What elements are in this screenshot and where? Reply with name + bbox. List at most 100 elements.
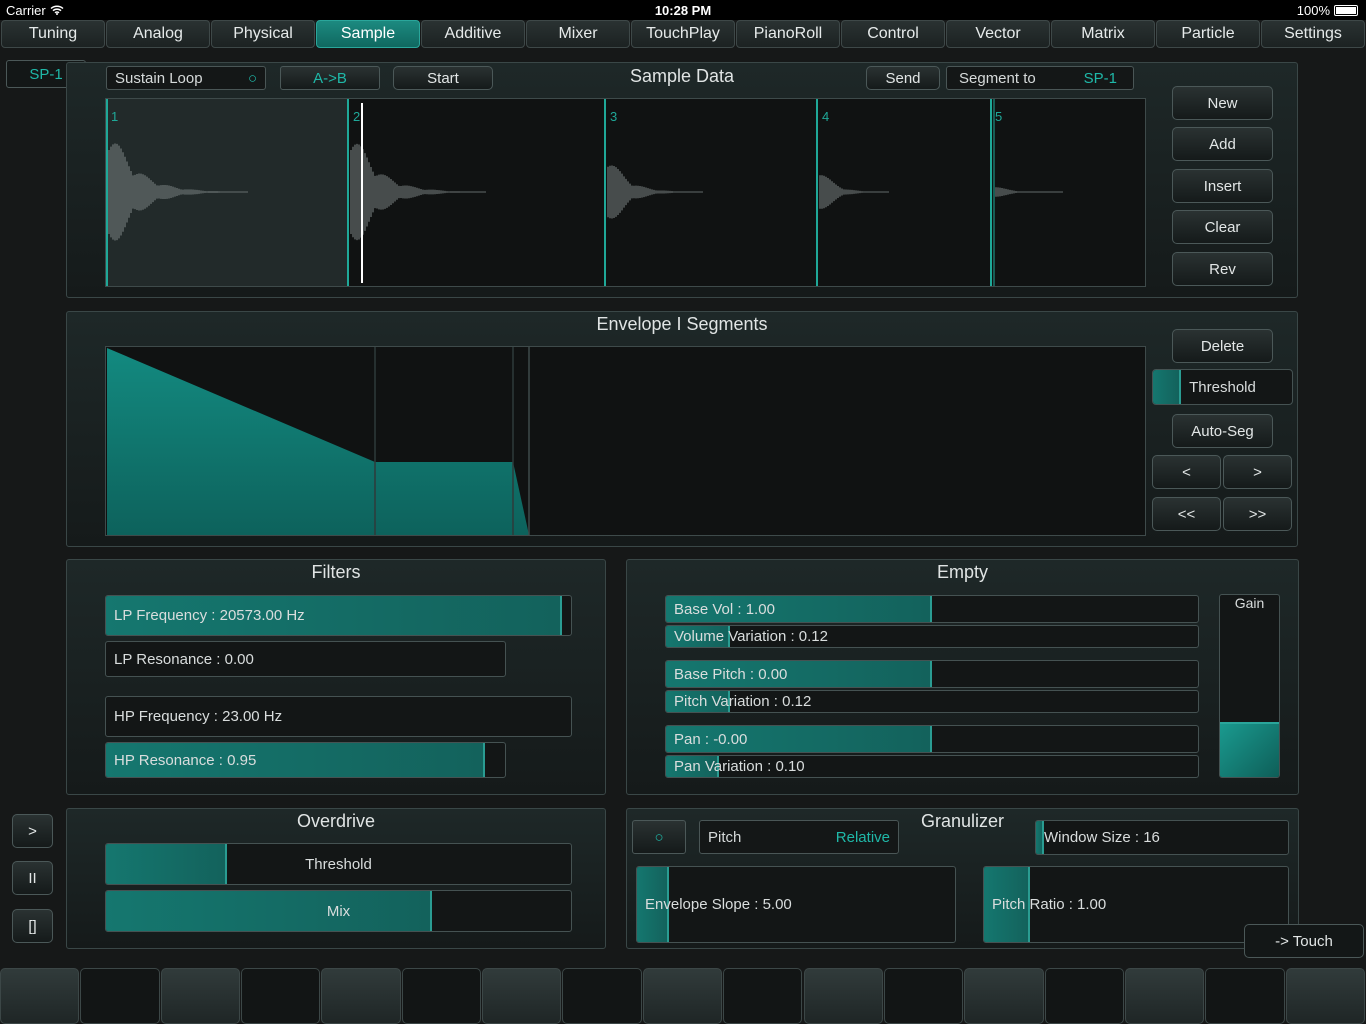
overdrive-threshold-slider[interactable]: Threshold [105,843,572,885]
piano-key[interactable] [964,968,1044,1024]
gain-slider[interactable]: Gain [1219,594,1280,778]
piano-key[interactable] [1124,968,1205,1024]
threshold-slider[interactable]: Threshold [1152,369,1293,405]
prev-segment-button[interactable]: < [1152,455,1221,489]
send-button[interactable]: Send [866,66,940,90]
touch-button[interactable]: -> Touch [1244,924,1364,958]
tab-analog[interactable]: Analog [106,20,210,48]
pan-label: Pan : -0.00 [674,730,748,748]
tab-sample[interactable]: Sample [316,20,420,48]
lp-resonance-slider[interactable]: LP Resonance : 0.00 [105,641,506,677]
lp-resonance-label: LP Resonance : 0.00 [114,650,254,668]
piano-key[interactable] [321,968,401,1024]
segment-target-value: SP-1 [1083,69,1117,87]
clear-button[interactable]: Clear [1172,210,1273,244]
next-segment-button[interactable]: > [1223,455,1292,489]
hp-resonance-label: HP Resonance : 0.95 [114,751,257,769]
piano-key[interactable] [1205,968,1285,1024]
base-vol-slider[interactable]: Base Vol : 1.00 [665,595,1199,623]
envelope-slope-label: Envelope Slope : 5.00 [645,896,792,913]
delete-button[interactable]: Delete [1172,329,1273,363]
piano-key[interactable] [482,968,562,1024]
segment-to-label: Segment to [959,69,1036,87]
gain-fill [1220,722,1279,777]
tab-touchplay[interactable]: TouchPlay [631,20,735,48]
tab-mixer[interactable]: Mixer [526,20,630,48]
new-button[interactable]: New [1172,86,1273,120]
tab-pianoroll[interactable]: PianoRoll [736,20,840,48]
hp-frequency-slider[interactable]: HP Frequency : 23.00 Hz [105,696,572,737]
base-pitch-slider[interactable]: Base Pitch : 0.00 [665,660,1199,688]
threshold-slider-label: Threshold [1189,378,1256,396]
pan-slider[interactable]: Pan : -0.00 [665,725,1199,753]
volume-variation-label: Volume Variation : 0.12 [674,628,828,645]
status-bar: Carrier 10:28 PM 100% [0,0,1366,20]
first-segment-button[interactable]: << [1152,497,1221,531]
segment-number-4: 4 [822,109,830,124]
filters-title: Filters [311,562,361,582]
tab-tuning[interactable]: Tuning [1,20,105,48]
piano-key[interactable] [642,968,723,1024]
tab-control[interactable]: Control [841,20,945,48]
stop-button[interactable]: [] [12,909,53,943]
tab-bar: Tuning Analog Physical Sample Additive Mixer T… [0,20,1366,49]
ab-button[interactable]: A->B [280,66,380,90]
tab-matrix[interactable]: Matrix [1051,20,1155,48]
segment-number-5: 5 [995,109,1003,124]
clock: 10:28 PM [654,3,712,18]
piano-key[interactable] [803,968,883,1024]
segment-to-selector[interactable]: Segment to SP-1 [946,66,1134,90]
pitch-mode-label: Pitch [708,828,742,846]
rev-button[interactable]: Rev [1172,252,1273,286]
empty-title: Empty [936,562,988,582]
add-button[interactable]: Add [1172,127,1273,161]
envelope-title: Envelope I Segments [596,314,768,334]
piano-key[interactable] [160,968,241,1024]
play-button[interactable]: > [12,814,53,848]
piano-key[interactable] [883,968,964,1024]
piano-key[interactable] [723,968,803,1024]
piano-key[interactable] [80,968,160,1024]
envelope-shape [107,348,529,535]
lp-frequency-slider[interactable]: LP Frequency : 20573.00 Hz [105,595,572,636]
piano-key[interactable] [1044,968,1124,1024]
piano-key[interactable] [0,968,80,1024]
piano-key[interactable] [401,968,482,1024]
pause-button[interactable]: II [12,861,53,895]
piano-key[interactable] [241,968,321,1024]
overdrive-mix-label: Mix [326,902,351,920]
insert-button[interactable]: Insert [1172,169,1273,203]
segment-number-3: 3 [610,109,618,124]
base-pitch-label: Base Pitch : 0.00 [674,665,788,683]
granulizer-toggle[interactable]: ○ [632,820,686,854]
pitch-variation-label: Pitch Variation : 0.12 [674,693,812,710]
piano-key[interactable] [1285,968,1365,1024]
overdrive-mix-slider[interactable]: Mix [105,890,572,932]
pitch-variation-slider[interactable]: Pitch Variation : 0.12 [665,690,1199,713]
gain-label: Gain [1234,595,1265,611]
pitch-ratio-label: Pitch Ratio : 1.00 [992,896,1107,913]
tab-vector[interactable]: Vector [946,20,1050,48]
auto-seg-button[interactable]: Auto-Seg [1172,414,1273,448]
overdrive-title: Overdrive [296,811,376,831]
pitch-mode-selector[interactable]: Pitch Relative [699,820,899,854]
segment-number-2: 2 [353,109,361,124]
window-size-label: Window Size : 16 [1044,829,1160,846]
pan-variation-label: Pan Variation : 0.10 [674,758,805,775]
pan-variation-slider[interactable]: Pan Variation : 0.10 [665,755,1199,778]
tab-settings[interactable]: Settings [1261,20,1365,48]
window-size-slider[interactable]: Window Size : 16 [1035,820,1289,855]
hp-resonance-slider[interactable]: HP Resonance : 0.95 [105,742,506,778]
piano-key[interactable] [562,968,642,1024]
envelope-slope-slider[interactable]: Envelope Slope : 5.00 [636,866,956,943]
waveform-display[interactable]: 1 2 3 4 5 [105,98,1146,287]
envelope-display[interactable] [105,346,1146,536]
last-segment-button[interactable]: >> [1223,497,1292,531]
start-button[interactable]: Start [393,66,493,90]
tab-additive[interactable]: Additive [421,20,525,48]
overdrive-threshold-label: Threshold [305,855,372,873]
tab-particle[interactable]: Particle [1156,20,1260,48]
tab-physical[interactable]: Physical [211,20,315,48]
volume-variation-slider[interactable]: Volume Variation : 0.12 [665,625,1199,648]
sustain-loop-toggle[interactable]: Sustain Loop ○ [106,66,266,90]
